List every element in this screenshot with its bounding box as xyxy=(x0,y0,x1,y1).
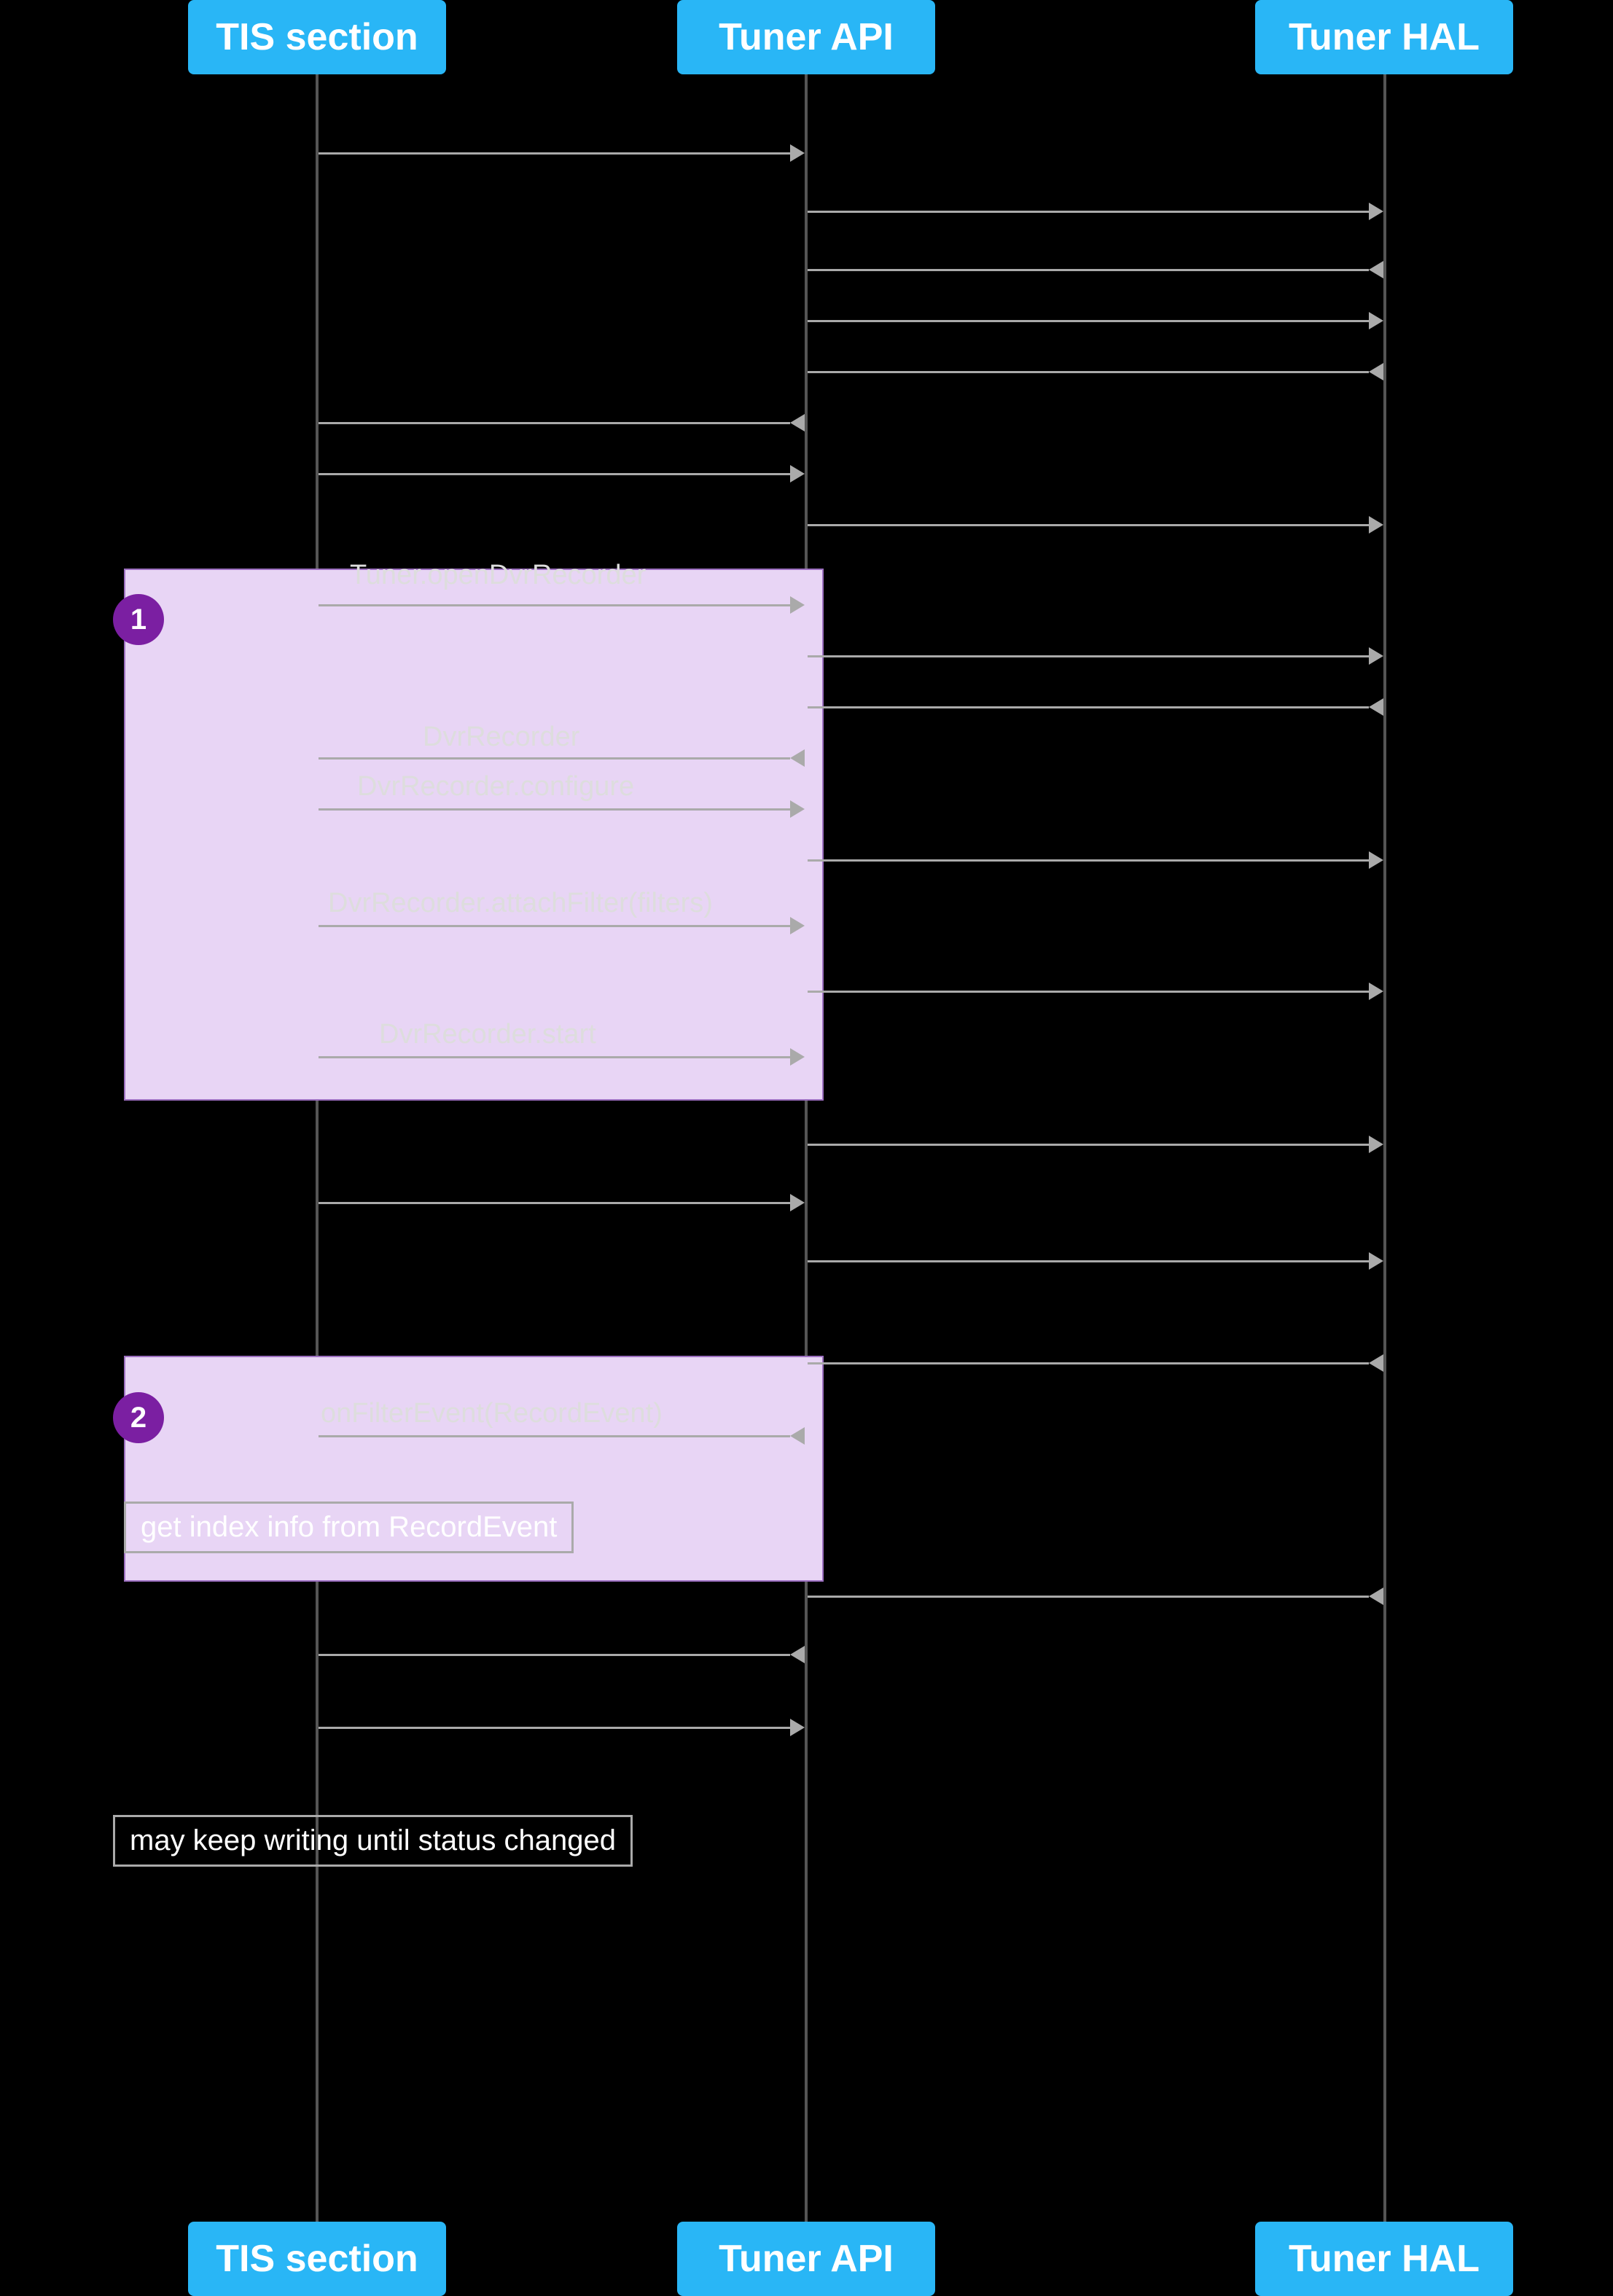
step-1-circle: 1 xyxy=(113,594,164,645)
label-on-filter-event: onFilterEvent(RecordEvent) xyxy=(321,1398,663,1429)
arrow-11 xyxy=(808,698,1383,716)
arrow-7 xyxy=(319,465,805,483)
arrow-21 xyxy=(808,1354,1383,1372)
arrow-5 xyxy=(808,363,1383,380)
tuner-api-header: Tuner API xyxy=(677,0,935,74)
label-attach-filter: DvrRecorder.attachFilter(filters) xyxy=(328,888,713,919)
tuner-api-footer: Tuner API xyxy=(677,2222,935,2296)
arrow-6 xyxy=(319,414,805,432)
note-get-index-info: get index info from RecordEvent xyxy=(124,1502,574,1553)
arrow-1 xyxy=(319,144,805,162)
tuner-hal-footer: Tuner HAL xyxy=(1255,2222,1513,2296)
arrow-10 xyxy=(808,647,1383,665)
label-start: DvrRecorder.start xyxy=(379,1019,596,1050)
arrow-16 xyxy=(808,983,1383,1000)
note-keep-writing: may keep writing until status changed xyxy=(113,1815,633,1867)
arrow-20 xyxy=(808,1252,1383,1270)
arrow-configure xyxy=(319,800,805,818)
tis-section-header: TIS section xyxy=(188,0,446,74)
arrow-start xyxy=(319,1048,805,1066)
tis-lifeline xyxy=(316,74,319,2222)
arrow-2 xyxy=(808,203,1383,220)
arrow-8 xyxy=(808,516,1383,534)
arrow-attach-filter xyxy=(319,917,805,934)
arrow-3 xyxy=(808,261,1383,278)
arrow-24 xyxy=(319,1646,805,1663)
step-2-circle: 2 xyxy=(113,1392,164,1443)
arrow-19 xyxy=(319,1194,805,1211)
arrow-4 xyxy=(808,312,1383,329)
arrow-open-dvr-recorder xyxy=(319,596,805,614)
tuner-hal-header: Tuner HAL xyxy=(1255,0,1513,74)
label-configure: DvrRecorder.configure xyxy=(357,771,634,803)
arrow-18 xyxy=(808,1136,1383,1153)
label-dvr-recorder: DvrRecorder xyxy=(423,722,579,753)
arrow-14 xyxy=(808,851,1383,869)
tuner-hal-lifeline xyxy=(1383,74,1386,2222)
label-open-dvr-recorder: Tuner.openDvrRecorder xyxy=(350,560,646,591)
arrow-23 xyxy=(808,1588,1383,1605)
tis-section-footer: TIS section xyxy=(188,2222,446,2296)
arrow-on-filter-event xyxy=(319,1427,805,1445)
arrow-25 xyxy=(319,1719,805,1736)
